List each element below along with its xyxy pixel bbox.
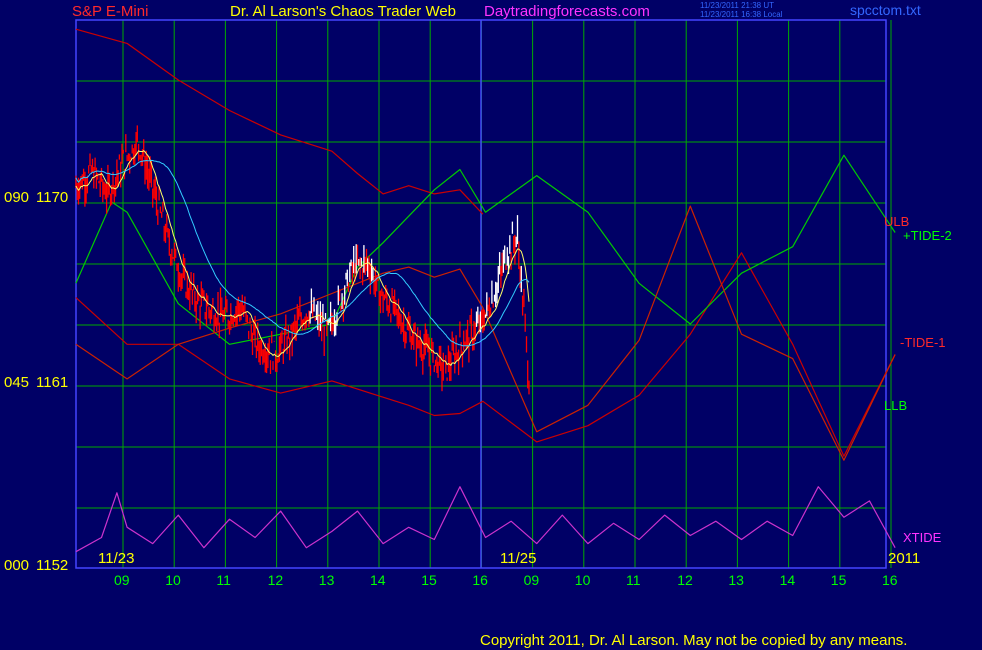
hour-tick-label: 10 [165,572,181,588]
series-ulb [75,28,484,215]
symbol-title: S&P E-Mini [72,3,148,20]
timestamp-local: 11/23/2011 16:38 Local [700,10,783,19]
y-label-left-0: 090 [4,189,29,206]
site-url: Daytradingforecasts.com [484,3,650,20]
hour-tick-label: 13 [319,572,335,588]
legend-tide2: +TIDE-2 [903,228,952,243]
y-label-left-1: 045 [4,374,29,391]
hour-tick-label: 11 [216,572,231,588]
hour-tick-label: 14 [370,572,386,588]
hour-tick-label: 15 [421,572,437,588]
hour-tick-label: 10 [575,572,591,588]
hour-ticks: 09 10 11 12 13 14 15 16 09 10 11 12 13 14 15 16 [114,572,898,588]
y-label-left-2: 000 [4,557,29,574]
legend-tide1: -TIDE-1 [900,335,946,350]
hour-tick-label: 16 [882,572,898,588]
hour-tick-label: 16 [472,572,488,588]
hour-tick-label: 14 [780,572,796,588]
timestamp-ut: 11/23/2011 21:38 UT [700,1,774,10]
date-label-1: 11/25 [500,550,536,567]
hour-tick-label: 12 [677,572,693,588]
legend-xtide: XTIDE [903,530,942,545]
slow-moving-average [75,159,530,347]
legend-llb: LLB [884,398,907,413]
y-label-price-0: 1170 [36,189,68,206]
hour-tick-label: 09 [524,572,540,588]
y-label-price-2: 1152 [36,557,68,574]
hour-tick-label: 15 [831,572,847,588]
chaos-trader-chart: S&P E-Mini Dr. Al Larson's Chaos Trader … [4,1,952,649]
hour-tick-label: 09 [114,572,130,588]
file-name: spcctom.txt [850,2,921,18]
copyright: Copyright 2011, Dr. Al Larson. May not b… [480,632,907,649]
y-label-price-1: 1161 [36,374,68,391]
series-xtide [75,486,896,553]
hour-tick-label: 13 [728,572,744,588]
legend-ulb: ULB [884,214,909,229]
hour-tick-label: 11 [626,572,641,588]
series--tide-1 [75,205,896,461]
date-label-0: 11/23 [98,550,134,567]
fast-moving-average [75,150,530,367]
chart-title: Dr. Al Larson's Chaos Trader Web [230,3,456,20]
date-label-2: 2011 [888,550,920,567]
hour-tick-label: 12 [268,572,284,588]
series-llb [75,252,896,457]
